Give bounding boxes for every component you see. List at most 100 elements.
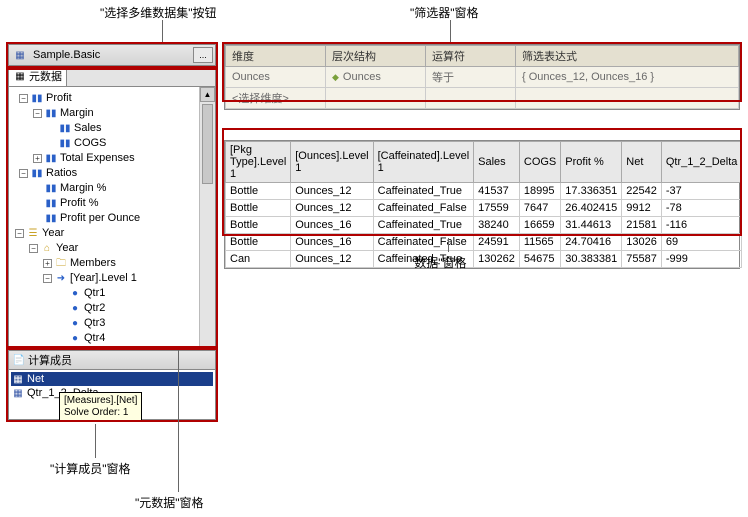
data-cell[interactable]: 75587 xyxy=(622,251,662,268)
data-cell[interactable]: 11565 xyxy=(519,234,560,251)
calc-member-body[interactable]: ▦ Net ▦ Qtr_1_2_Delta [Measures].[Net] S… xyxy=(8,370,216,420)
filter-row[interactable]: Ounces ◆Ounces 等于 { Ounces_12, Ounces_16… xyxy=(226,67,739,88)
filter-cell-operator[interactable]: 等于 xyxy=(426,67,516,88)
tree-node-label[interactable]: Year xyxy=(56,241,78,256)
data-cell[interactable]: 24591 xyxy=(474,234,520,251)
data-cell[interactable]: 38240 xyxy=(474,217,520,234)
datasource-name: Sample.Basic xyxy=(31,49,193,61)
filter-placeholder[interactable]: <选择维度> xyxy=(226,88,326,109)
data-col-header[interactable]: Sales xyxy=(474,142,520,183)
tree-node-label[interactable]: Qtr1 xyxy=(84,286,105,301)
data-col-header[interactable]: Net xyxy=(622,142,662,183)
tree-node-label[interactable]: Qtr4 xyxy=(84,331,105,346)
data-cell[interactable]: Bottle xyxy=(226,200,291,217)
tree-node-label[interactable]: Profit % xyxy=(60,196,99,211)
data-cell[interactable]: 7647 xyxy=(519,200,560,217)
tree-node-label[interactable]: Members xyxy=(70,256,116,271)
filter-cell-expression[interactable]: { Ounces_12, Ounces_16 } xyxy=(516,67,739,88)
filter-col-hierarchy[interactable]: 层次结构 xyxy=(326,46,426,67)
tree-node-label[interactable]: Qtr2 xyxy=(84,301,105,316)
select-dataset-button[interactable]: ... xyxy=(193,47,213,63)
tree-node-label[interactable]: Ratios xyxy=(46,166,77,181)
tree-toggle[interactable]: − xyxy=(33,109,42,118)
data-cell[interactable]: 31.44613 xyxy=(561,217,622,234)
data-cell[interactable]: 130262 xyxy=(474,251,520,268)
data-col-header[interactable]: COGS xyxy=(519,142,560,183)
filter-col-operator[interactable]: 运算符 xyxy=(426,46,516,67)
data-row[interactable]: BottleOunces_12Caffeinated_False17559764… xyxy=(226,200,742,217)
tree-toggle[interactable]: + xyxy=(43,259,52,268)
data-cell[interactable]: Ounces_16 xyxy=(291,217,373,234)
data-col-header[interactable]: [Caffeinated].Level 1 xyxy=(373,142,474,183)
tree-node-label[interactable]: Margin xyxy=(60,106,94,121)
filter-cell-hierarchy[interactable]: ◆Ounces xyxy=(326,67,426,88)
tree-node-label[interactable]: Margin % xyxy=(60,181,106,196)
data-cell[interactable]: 9912 xyxy=(622,200,662,217)
data-cell[interactable]: 69 xyxy=(661,234,742,251)
scroll-up-button[interactable]: ▲ xyxy=(200,87,215,102)
data-row[interactable]: BottleOunces_16Caffeinated_False24591115… xyxy=(226,234,742,251)
tree-node-label[interactable]: Year xyxy=(42,226,64,241)
data-cell[interactable]: Can xyxy=(226,251,291,268)
data-cell[interactable]: Caffeinated_True xyxy=(373,217,474,234)
data-cell[interactable]: 26.402415 xyxy=(561,200,622,217)
data-cell[interactable]: Bottle xyxy=(226,183,291,200)
tree-toggle[interactable]: − xyxy=(15,229,24,238)
tree-node-label[interactable]: Total Expenses xyxy=(60,151,135,166)
data-cell[interactable]: Ounces_12 xyxy=(291,183,373,200)
data-cell[interactable]: Caffeinated_True xyxy=(373,183,474,200)
data-cell[interactable]: 30.383381 xyxy=(561,251,622,268)
tree-node-label[interactable]: [Year].Level 1 xyxy=(70,271,137,286)
data-cell[interactable]: 18995 xyxy=(519,183,560,200)
tree-toggle[interactable]: + xyxy=(33,154,42,163)
data-cell[interactable]: Ounces_12 xyxy=(291,251,373,268)
filter-placeholder-row[interactable]: <选择维度> xyxy=(226,88,739,109)
data-cell[interactable]: 24.70416 xyxy=(561,234,622,251)
data-col-header[interactable]: [Ounces].Level 1 xyxy=(291,142,373,183)
tree-toggle[interactable]: − xyxy=(43,274,52,283)
data-row[interactable]: BottleOunces_16Caffeinated_True382401665… xyxy=(226,217,742,234)
scroll-thumb[interactable] xyxy=(202,104,213,184)
data-cell[interactable]: Bottle xyxy=(226,234,291,251)
data-cell[interactable]: Caffeinated_False xyxy=(373,234,474,251)
data-cell[interactable]: Ounces_16 xyxy=(291,234,373,251)
data-row[interactable]: CanOunces_12Caffeinated_True130262546753… xyxy=(226,251,742,268)
data-cell[interactable]: -78 xyxy=(661,200,742,217)
data-cell[interactable]: 41537 xyxy=(474,183,520,200)
data-cell[interactable]: 13026 xyxy=(622,234,662,251)
data-cell[interactable]: 54675 xyxy=(519,251,560,268)
data-pane[interactable]: [Pkg Type].Level 1[Ounces].Level 1[Caffe… xyxy=(224,140,740,269)
data-cell[interactable]: 16659 xyxy=(519,217,560,234)
data-col-header[interactable]: Qtr_1_2_Delta xyxy=(661,142,742,183)
data-cell[interactable]: -37 xyxy=(661,183,742,200)
tree-toggle[interactable]: − xyxy=(19,94,28,103)
data-cell[interactable]: Ounces_12 xyxy=(291,200,373,217)
data-cell[interactable]: 21581 xyxy=(622,217,662,234)
data-cell[interactable]: -116 xyxy=(661,217,742,234)
filter-cell-dimension[interactable]: Ounces xyxy=(226,67,326,88)
tree-node-label[interactable]: Profit per Ounce xyxy=(60,211,140,226)
tree-node-label[interactable]: Qtr3 xyxy=(84,316,105,331)
tree-node-label[interactable]: Profit xyxy=(46,91,72,106)
tree-node-label[interactable]: COGS xyxy=(74,136,106,151)
data-col-header[interactable]: [Pkg Type].Level 1 xyxy=(226,142,291,183)
metadata-tree-pane[interactable]: −▮▮Profit −▮▮Margin ▮▮Sales ▮▮COGS +▮▮To… xyxy=(8,87,216,365)
tree-scrollbar[interactable]: ▲ ▼ xyxy=(199,87,215,364)
data-row[interactable]: BottleOunces_12Caffeinated_True415371899… xyxy=(226,183,742,200)
filter-pane[interactable]: 维度 层次结构 运算符 筛选表达式 Ounces ◆Ounces 等于 { Ou… xyxy=(224,44,740,110)
tree-node-label[interactable]: Sales xyxy=(74,121,102,136)
data-cell[interactable]: Bottle xyxy=(226,217,291,234)
data-cell[interactable]: 22542 xyxy=(622,183,662,200)
tree-toggle[interactable]: − xyxy=(19,169,28,178)
filter-col-expression[interactable]: 筛选表达式 xyxy=(516,46,739,67)
data-cell[interactable]: -999 xyxy=(661,251,742,268)
tree-toggle[interactable]: − xyxy=(29,244,38,253)
data-cell[interactable]: Caffeinated_False xyxy=(373,200,474,217)
data-col-header[interactable]: Profit % xyxy=(561,142,622,183)
level-icon: ➜ xyxy=(54,273,68,285)
calc-member-item[interactable]: ▦ Net xyxy=(11,372,213,386)
data-cell[interactable]: 17559 xyxy=(474,200,520,217)
tab-metadata[interactable]: ▦ 元数据 xyxy=(9,66,67,86)
filter-col-dimension[interactable]: 维度 xyxy=(226,46,326,67)
data-cell[interactable]: 17.336351 xyxy=(561,183,622,200)
